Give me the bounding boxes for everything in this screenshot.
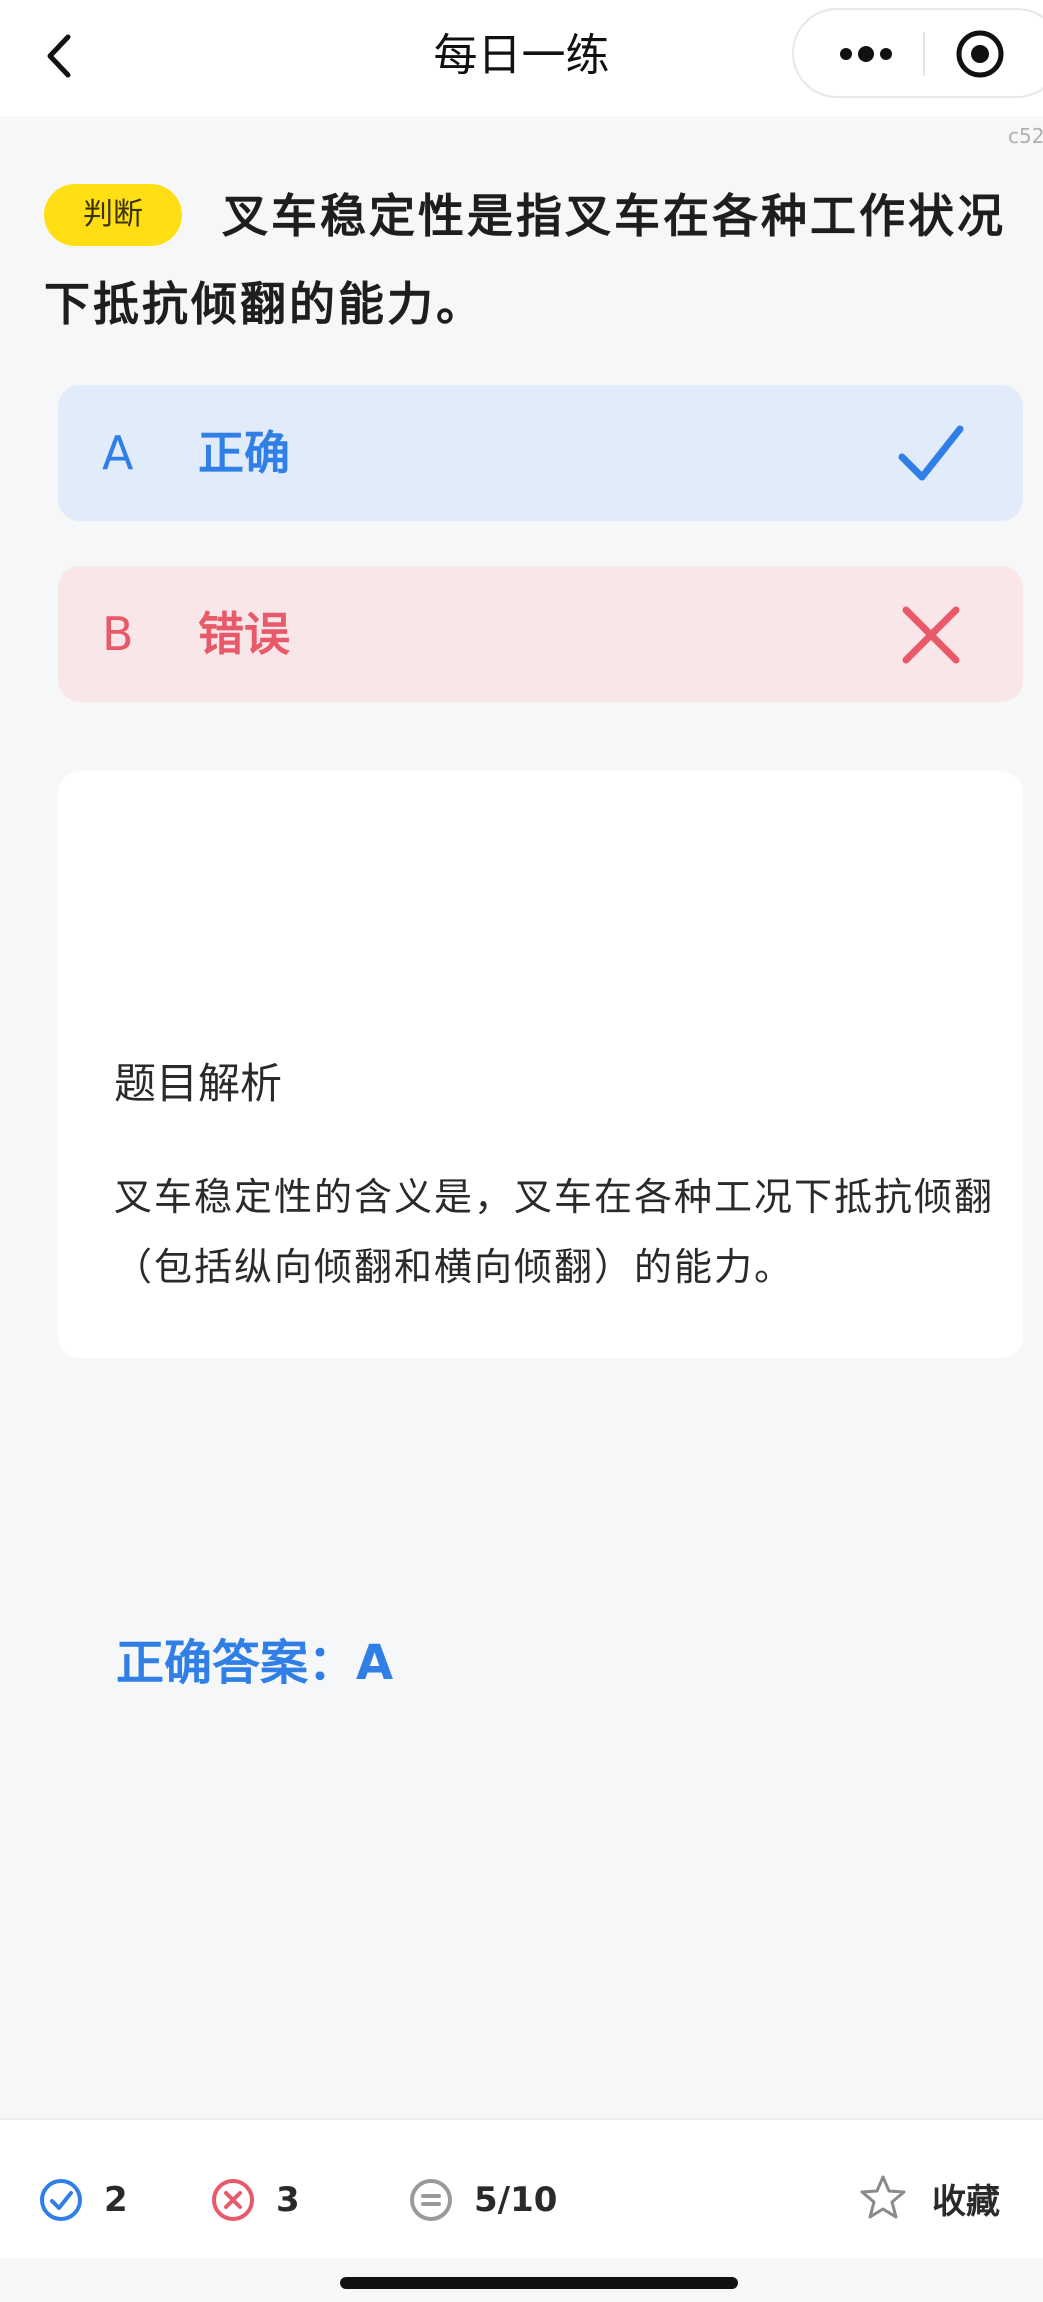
more-dots-icon <box>840 46 892 62</box>
cross-icon <box>902 606 960 664</box>
option-b[interactable]: B 错误 <box>58 566 1023 702</box>
top-navbar: 每日一练 <box>0 0 1043 116</box>
favorite-button[interactable]: 收藏 <box>858 2172 1000 2224</box>
option-letter: B <box>102 607 134 661</box>
question-text: 叉车稳定性是指叉车在各种工作状况下抵抗倾翻的能力。 <box>44 189 1006 331</box>
version-tag: c52 <box>1008 124 1043 148</box>
x-circle-icon <box>212 2179 254 2221</box>
list-circle-icon <box>410 2179 452 2221</box>
question-block: 判断 叉车稳定性是指叉车在各种工作状况下抵抗倾翻的能力。 <box>44 172 1043 348</box>
favorite-label: 收藏 <box>932 2181 1000 2222</box>
mini-program-capsule <box>792 8 1043 98</box>
question-type-badge: 判断 <box>44 184 182 246</box>
target-icon <box>956 30 1004 78</box>
option-text: 正确 <box>198 426 290 480</box>
correct-answer: 正确答案：A <box>116 1635 394 1691</box>
option-text: 错误 <box>198 607 290 661</box>
check-circle-icon <box>40 2179 82 2221</box>
progress-count: 5/10 <box>474 2180 558 2220</box>
wrong-count-stat[interactable]: 3 <box>210 2176 300 2224</box>
progress-stat[interactable]: 5/10 <box>408 2176 557 2224</box>
bottom-bar: 2 3 5/10 收藏 <box>0 2118 1043 2258</box>
home-indicator <box>340 2277 738 2289</box>
check-icon <box>898 425 964 481</box>
star-icon <box>860 2175 906 2219</box>
capsule-divider <box>923 32 925 76</box>
option-letter: A <box>102 426 134 480</box>
close-miniprogram-button[interactable] <box>954 28 1006 80</box>
option-a[interactable]: A 正确 <box>58 385 1023 521</box>
correct-count-stat[interactable]: 2 <box>38 2176 128 2224</box>
analysis-title: 题目解析 <box>114 1059 283 1108</box>
wrong-count: 3 <box>276 2180 300 2220</box>
correct-count: 2 <box>104 2180 128 2220</box>
analysis-text: 叉车稳定性的含义是，叉车在各种工况下抵抗倾翻（包括纵向倾翻和横向倾翻）的能力。 <box>114 1175 995 1289</box>
more-button[interactable] <box>828 26 904 82</box>
